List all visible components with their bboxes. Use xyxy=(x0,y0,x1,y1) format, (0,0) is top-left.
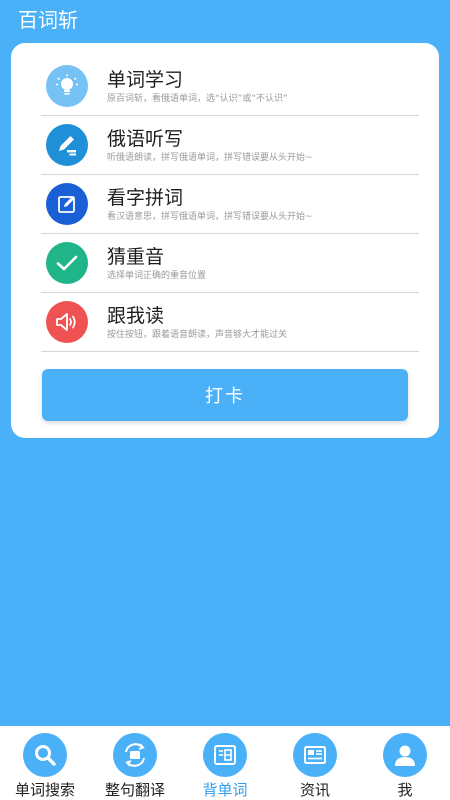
pencil-icon xyxy=(46,124,88,166)
nav-item-memorize-words[interactable]: 背单词 xyxy=(180,726,270,800)
nav-label: 背单词 xyxy=(202,781,248,799)
menu-item-desc: 按住按钮，跟着语音朗读，声音够大才能过关 xyxy=(107,330,288,340)
menu-item-text: 跟我读 按住按钮，跟着语音朗读，声音够大才能过关 xyxy=(107,305,415,341)
menu-item-title: 俄语听写 xyxy=(107,128,184,150)
edit-icon xyxy=(46,183,88,225)
menu-item-desc: 看汉语意思，拼写俄语单词，拼写错误要从头开始~ xyxy=(107,212,313,222)
menu-item-text: 看字拼词 看汉语意思，拼写俄语单词，拼写错误要从头开始~ xyxy=(107,187,415,223)
menu-item-guess-stress[interactable]: 猜重音 选择单词正确的重音位置 xyxy=(41,234,419,293)
menu-item-spell-word[interactable]: 看字拼词 看汉语意思，拼写俄语单词，拼写错误要从头开始~ xyxy=(41,175,419,234)
menu-item-title: 跟我读 xyxy=(107,305,165,327)
menu-item-text: 单词学习 原百词斩，看俄语单词，选“认识”或“不认识” xyxy=(107,69,415,105)
lightbulb-icon xyxy=(46,65,88,107)
checkmark-icon xyxy=(46,242,88,284)
menu-item-dictation[interactable]: 俄语听写 听俄语朗读，拼写俄语单词，拼写错误要从头开始~ xyxy=(41,116,419,175)
nav-label: 单词搜索 xyxy=(14,781,75,799)
menu-item-title: 看字拼词 xyxy=(107,187,184,209)
menu-item-desc: 选择单词正确的重音位置 xyxy=(107,271,207,281)
word-icon xyxy=(203,733,247,777)
nav-item-word-search[interactable]: 单词搜索 xyxy=(0,726,90,800)
speaker-icon xyxy=(46,301,88,343)
study-mode-list: 单词学习 原百词斩，看俄语单词，选“认识”或“不认识” 俄语听写 听俄语朗读，拼… xyxy=(41,57,419,352)
user-icon xyxy=(383,733,427,777)
menu-item-text: 俄语听写 听俄语朗读，拼写俄语单词，拼写错误要从头开始~ xyxy=(107,128,415,164)
nav-item-me[interactable]: 我 xyxy=(360,726,450,800)
checkin-button[interactable]: 打卡 xyxy=(42,369,408,421)
bottom-nav: 单词搜索 整句翻译 背单词 资讯 我 xyxy=(0,726,450,800)
translate-icon xyxy=(113,733,157,777)
menu-item-title: 单词学习 xyxy=(107,69,184,91)
news-icon xyxy=(293,733,337,777)
nav-item-news[interactable]: 资讯 xyxy=(270,726,360,800)
menu-item-title: 猜重音 xyxy=(107,246,165,268)
nav-label: 我 xyxy=(397,781,413,799)
menu-item-text: 猜重音 选择单词正确的重音位置 xyxy=(107,246,415,282)
menu-item-read-along[interactable]: 跟我读 按住按钮，跟着语音朗读，声音够大才能过关 xyxy=(41,293,419,352)
menu-item-desc: 听俄语朗读，拼写俄语单词，拼写错误要从头开始~ xyxy=(107,153,313,163)
app-title: 百词斩 xyxy=(18,8,78,32)
nav-label: 资讯 xyxy=(299,781,330,799)
search-icon xyxy=(23,733,67,777)
study-mode-card: 单词学习 原百词斩，看俄语单词，选“认识”或“不认识” 俄语听写 听俄语朗读，拼… xyxy=(11,43,439,438)
nav-item-sentence-translate[interactable]: 整句翻译 xyxy=(90,726,180,800)
nav-label: 整句翻译 xyxy=(104,781,165,799)
menu-item-desc: 原百词斩，看俄语单词，选“认识”或“不认识” xyxy=(107,94,288,104)
menu-item-word-study[interactable]: 单词学习 原百词斩，看俄语单词，选“认识”或“不认识” xyxy=(41,57,419,116)
